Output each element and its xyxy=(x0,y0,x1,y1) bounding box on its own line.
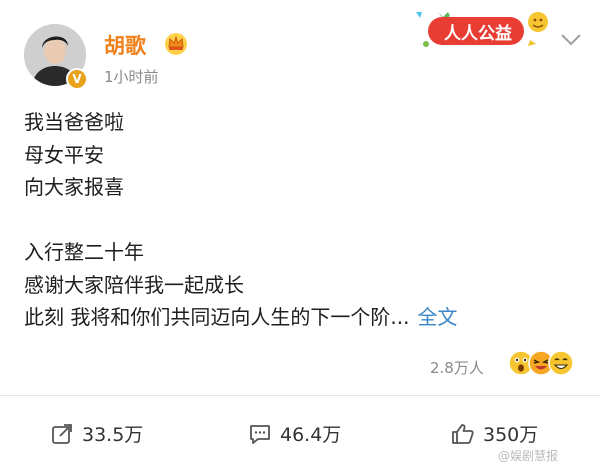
chevron-down-icon[interactable] xyxy=(560,32,582,51)
thumbs-up-icon xyxy=(452,423,474,444)
username[interactable]: 胡歌 xyxy=(104,30,146,60)
post-line-blank xyxy=(24,204,584,237)
post-line: 母女平安 xyxy=(24,142,104,167)
charity-label: 人人公益 xyxy=(444,24,512,44)
post-line: 感谢大家陪伴我一起成长 xyxy=(24,272,244,297)
post-line: 向大家报喜 xyxy=(24,175,124,199)
repost-count: 33.5万 xyxy=(82,424,144,446)
divider xyxy=(0,395,600,396)
post-line: 入行整二十年 xyxy=(24,240,144,264)
like-button[interactable]: 350万 xyxy=(451,420,538,447)
comment-count: 46.4万 xyxy=(280,424,342,446)
charity-badge[interactable]: 人人公益 xyxy=(414,4,554,54)
verified-badge: V xyxy=(66,68,88,90)
post-line-last: 此刻 我将和你们共同迈向人生的下一个阶... 全文 xyxy=(24,301,584,334)
grinning-emoji-icon xyxy=(548,350,574,376)
comment-button[interactable]: 46.4万 xyxy=(248,420,341,447)
repost-icon xyxy=(52,423,72,444)
reaction-emojis[interactable] xyxy=(508,350,574,376)
comment-icon xyxy=(250,424,270,444)
verified-mark: V xyxy=(72,72,82,86)
full-text-link[interactable]: 全文 xyxy=(417,305,457,329)
watermark: @娱剧慧报 xyxy=(498,449,559,463)
repost-button[interactable]: 33.5万 xyxy=(50,420,143,447)
reaction-count[interactable]: 2.8万人 xyxy=(430,357,484,378)
crown-icon xyxy=(163,31,189,59)
post-line: 我当爸爸啦 xyxy=(24,110,124,134)
like-count: 350万 xyxy=(483,424,539,446)
post-line-truncated: 此刻 我将和你们共同迈向人生的下一个阶... xyxy=(24,305,410,329)
post-time: 1小时前 xyxy=(104,68,159,86)
post-body: 我当爸爸啦 母女平安 向大家报喜 入行整二十年 感谢大家陪伴我一起成长 此刻 我… xyxy=(24,106,584,334)
